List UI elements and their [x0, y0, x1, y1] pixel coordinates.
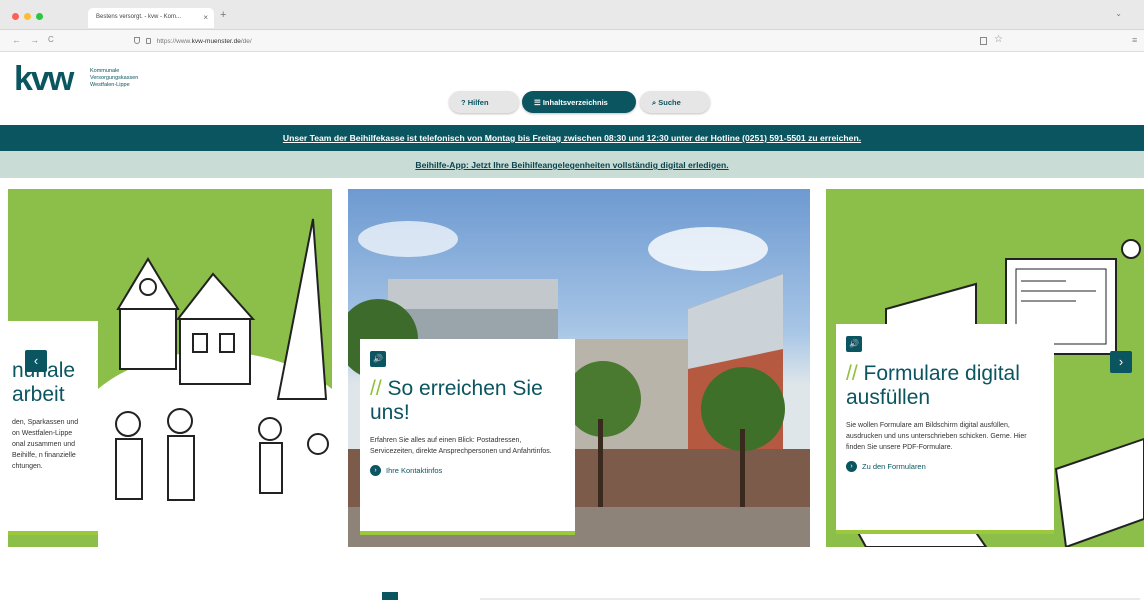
- contact-title-text: So erreichen Sie uns!: [370, 377, 543, 424]
- tab-title: Bestens versorgt. - kvw - Kom...: [96, 14, 182, 20]
- help-button[interactable]: ? Hilfen: [449, 91, 519, 113]
- contact-link[interactable]: › Ihre Kontaktinfos: [370, 465, 563, 476]
- help-icon: ?: [461, 98, 466, 107]
- forms-title: // Formulare digital ausfüllen: [846, 362, 1042, 410]
- contact-card: 🔊 // So erreichen Sie uns! Erfahren Sie …: [360, 339, 575, 535]
- slide-text: den, Sparkassen und on Westfalen-Lippe o…: [12, 419, 79, 470]
- search-button[interactable]: ⌕ Suche: [640, 91, 710, 113]
- bookmark-star-icon[interactable]: ☆: [994, 34, 1003, 45]
- menu-icon[interactable]: ≡: [1132, 35, 1137, 45]
- close-window-dot[interactable]: [12, 13, 19, 20]
- forms-card: 🔊 // Formulare digital ausfüllen Sie wol…: [836, 324, 1054, 534]
- contact-link-label: Ihre Kontaktinfos: [386, 466, 443, 475]
- back-button[interactable]: ←: [12, 35, 21, 45]
- search-label: Suche: [658, 98, 681, 107]
- logo-wordmark: kvw: [14, 60, 74, 98]
- browser-tab[interactable]: Bestens versorgt. - kvw - Kom... ×: [88, 8, 214, 28]
- tab-list-chevron-icon[interactable]: ⌄: [1115, 9, 1122, 18]
- reload-button[interactable]: C: [48, 35, 54, 44]
- browser-window: Bestens versorgt. - kvw - Kom... × + ⌄ ←…: [0, 0, 1144, 600]
- slash-accent: //: [370, 377, 382, 400]
- help-label: Hilfen: [467, 98, 489, 107]
- shield-icon: [134, 37, 140, 44]
- contact-text: Erfahren Sie alles auf einen Blick: Post…: [370, 437, 552, 455]
- hotline-banner-link[interactable]: Unser Team der Beihilfekasse ist telefon…: [0, 125, 1144, 151]
- reader-view-icon[interactable]: [980, 37, 987, 45]
- table-of-contents-button[interactable]: ☰ Inhaltsverzeichnis: [522, 91, 636, 113]
- address-bar[interactable]: https://www.kvw-muenster.de/de/: [128, 33, 988, 49]
- lock-icon: [145, 38, 151, 44]
- search-icon: ⌕: [652, 98, 657, 107]
- site-logo[interactable]: kvw Kommunale Versorgungskassen Westfale…: [14, 60, 138, 98]
- minimize-window-dot[interactable]: [24, 13, 31, 20]
- carousel-slide-left: nunale arbeit den, Sparkassen und on Wes…: [8, 189, 332, 547]
- toc-label: Inhaltsverzeichnis: [542, 98, 608, 107]
- url-path: /de/: [240, 38, 252, 45]
- slash-accent: //: [846, 362, 858, 385]
- carousel-slide-center: 🔊 // So erreichen Sie uns! Erfahren Sie …: [348, 189, 810, 547]
- arrow-circle-icon: ›: [370, 465, 381, 476]
- forms-text: Sie wollen Formulare am Bildschirm digit…: [846, 422, 1027, 451]
- forward-button[interactable]: →: [30, 35, 39, 45]
- carousel-slide-right: 🔊 // Formulare digital ausfüllen Sie wol…: [826, 189, 1144, 547]
- speaker-icon[interactable]: 🔊: [370, 351, 386, 367]
- forms-title-text: Formulare digital ausfüllen: [846, 362, 1020, 409]
- slide-title: nunale arbeit: [12, 359, 75, 406]
- list-icon: ☰: [534, 98, 541, 107]
- browser-tab-bar: Bestens versorgt. - kvw - Kom... × + ⌄: [0, 0, 1144, 30]
- carousel-prev-button[interactable]: ‹: [25, 350, 47, 372]
- speaker-icon[interactable]: 🔊: [846, 336, 862, 352]
- close-tab-icon[interactable]: ×: [203, 13, 208, 22]
- carousel-next-button[interactable]: ›: [1110, 351, 1132, 373]
- slide-card-left: nunale arbeit den, Sparkassen und on Wes…: [8, 321, 98, 535]
- url-prefix: https://www.: [156, 38, 192, 45]
- logo-subline: Kommunale Versorgungskassen Westfalen-Li…: [90, 68, 139, 88]
- forms-link-label: Zu den Formularen: [862, 462, 926, 471]
- maximize-window-dot[interactable]: [36, 13, 43, 20]
- section-marker-icon: [382, 592, 398, 600]
- forms-link[interactable]: › Zu den Formularen: [846, 461, 1042, 472]
- browser-nav-bar: ← → C https://www.kvw-muenster.de/de/ ☆ …: [0, 30, 1144, 52]
- arrow-circle-icon: ›: [846, 461, 857, 472]
- contact-title: // So erreichen Sie uns!: [370, 377, 563, 425]
- new-tab-button[interactable]: +: [220, 9, 226, 21]
- url-host: kvw-muenster.de: [191, 38, 241, 45]
- app-banner-link[interactable]: Beihilfe-App: Jetzt Ihre Beihilfeangeleg…: [0, 151, 1144, 178]
